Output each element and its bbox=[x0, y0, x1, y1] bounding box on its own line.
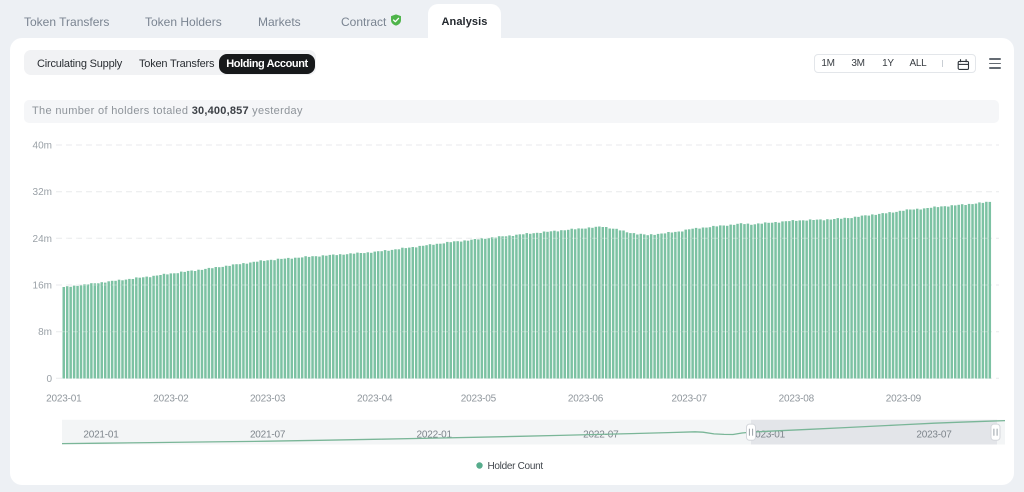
svg-text:Holder Count: Holder Count bbox=[488, 461, 544, 472]
svg-text:2021-07: 2021-07 bbox=[250, 430, 286, 441]
svg-text:40m: 40m bbox=[33, 141, 52, 152]
svg-text:2023-07: 2023-07 bbox=[672, 394, 708, 405]
svg-text:2023-05: 2023-05 bbox=[461, 394, 497, 405]
svg-text:2023-04: 2023-04 bbox=[357, 394, 393, 405]
svg-text:24m: 24m bbox=[33, 234, 52, 245]
svg-text:2023-02: 2023-02 bbox=[153, 394, 189, 405]
svg-text:2023-03: 2023-03 bbox=[250, 394, 286, 405]
svg-text:8m: 8m bbox=[38, 327, 52, 338]
svg-text:0: 0 bbox=[46, 374, 52, 385]
svg-text:32m: 32m bbox=[33, 187, 52, 198]
svg-text:2023-09: 2023-09 bbox=[886, 394, 922, 405]
svg-text:2023-01: 2023-01 bbox=[46, 394, 82, 405]
svg-text:2023-08: 2023-08 bbox=[779, 394, 815, 405]
svg-text:2021-01: 2021-01 bbox=[83, 430, 119, 441]
svg-text:2023-06: 2023-06 bbox=[568, 394, 604, 405]
svg-text:16m: 16m bbox=[33, 281, 52, 292]
svg-text:2023-07: 2023-07 bbox=[916, 430, 952, 441]
